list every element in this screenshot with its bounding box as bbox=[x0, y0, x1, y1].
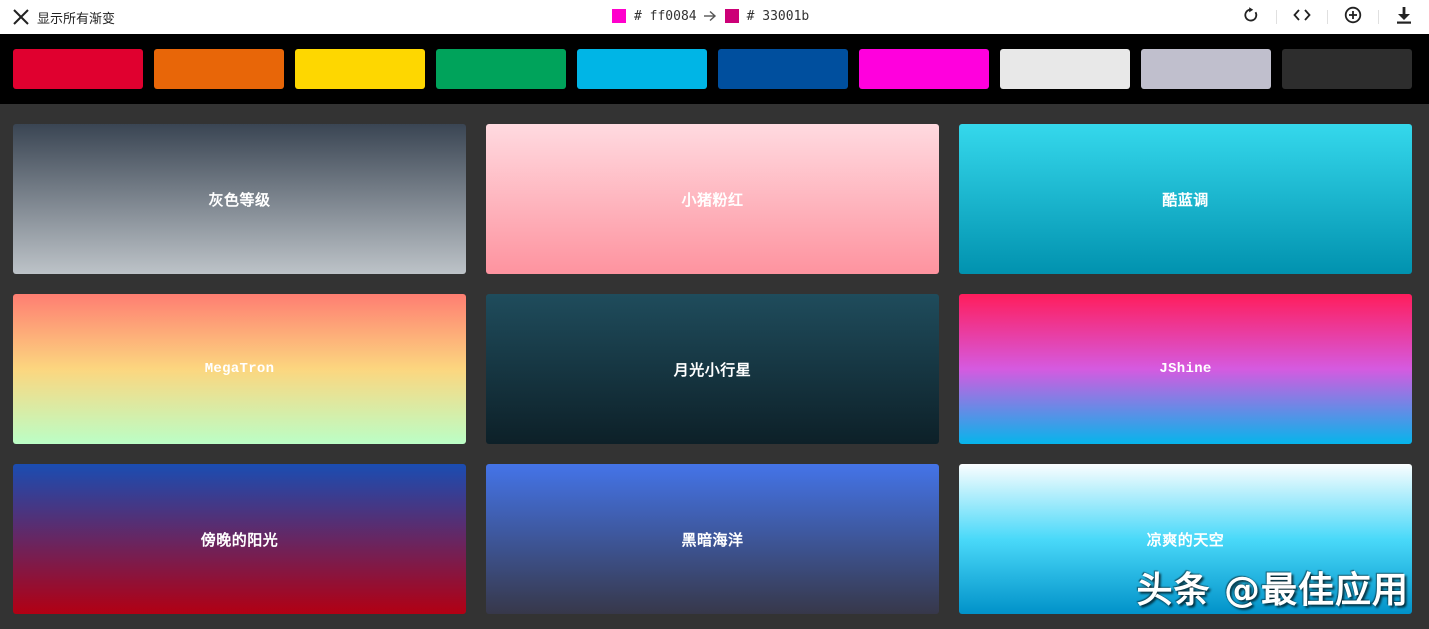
color-filter-swatch[interactable] bbox=[1141, 49, 1271, 89]
gradient-name: 黑暗海洋 bbox=[681, 530, 744, 549]
gradient-card[interactable]: 酷蓝调 bbox=[959, 124, 1412, 274]
show-all-gradients-label: 显示所有渐变 bbox=[37, 11, 116, 27]
gradient-grid: 灰色等级 小猪粉红 酷蓝调 MegaTron 月光小行星 JShine 傍晚的阳光 黑暗海洋 凉… bbox=[13, 124, 1412, 614]
rotate-button[interactable] bbox=[1226, 5, 1276, 29]
gradient-card[interactable]: 小猪粉红 bbox=[486, 124, 939, 274]
to-color-swatch[interactable] bbox=[724, 9, 739, 23]
toolbar bbox=[1226, 5, 1429, 29]
color-filter-swatch[interactable] bbox=[1000, 49, 1130, 89]
color-filter-swatch[interactable] bbox=[859, 49, 989, 89]
add-circle-icon bbox=[1344, 6, 1362, 29]
get-css-button[interactable] bbox=[1277, 5, 1327, 29]
to-hex-code[interactable]: # 33001b bbox=[747, 9, 810, 24]
gradient-name: 凉爽的天空 bbox=[1146, 530, 1225, 549]
top-bar: 显示所有渐变 # ff0084 # 33001b bbox=[0, 0, 1429, 34]
gradient-name: 酷蓝调 bbox=[1162, 190, 1209, 209]
download-button[interactable] bbox=[1379, 5, 1429, 29]
gradient-card[interactable]: MegaTron bbox=[13, 294, 466, 444]
color-filter-bar bbox=[0, 34, 1429, 104]
color-filter-swatch[interactable] bbox=[154, 49, 284, 89]
from-color-swatch[interactable] bbox=[612, 9, 626, 23]
rotate-icon bbox=[1243, 6, 1259, 28]
color-filter-swatch[interactable] bbox=[577, 49, 707, 89]
gradient-name: MegaTron bbox=[204, 361, 275, 377]
code-icon bbox=[1293, 8, 1311, 27]
color-filter-swatch[interactable] bbox=[295, 49, 425, 89]
color-filter-swatch[interactable] bbox=[1282, 49, 1412, 89]
current-gradient: # ff0084 # 33001b bbox=[612, 6, 815, 26]
gradient-name: 灰色等级 bbox=[208, 190, 271, 209]
gradient-name: 月光小行星 bbox=[673, 360, 752, 379]
gradient-card[interactable]: 月光小行星 bbox=[486, 294, 939, 444]
watermark: 头条 @最佳应用 bbox=[1136, 570, 1409, 611]
gradient-card[interactable]: 灰色等级 bbox=[13, 124, 466, 274]
color-filter-swatch[interactable] bbox=[436, 49, 566, 89]
gradient-name: JShine bbox=[1159, 361, 1212, 377]
gradient-card[interactable]: JShine bbox=[959, 294, 1412, 444]
arrow-right-icon bbox=[703, 10, 717, 22]
gradient-card[interactable]: 傍晚的阳光 bbox=[13, 464, 466, 614]
gradient-card[interactable]: 黑暗海洋 bbox=[486, 464, 939, 614]
color-filter-swatch[interactable] bbox=[718, 49, 848, 89]
show-all-gradients-button[interactable]: 显示所有渐变 bbox=[12, 6, 115, 28]
color-filter-swatch[interactable] bbox=[13, 49, 143, 89]
from-hex-code[interactable]: # ff0084 bbox=[634, 9, 697, 24]
gradient-name: 小猪粉红 bbox=[681, 190, 744, 209]
close-icon bbox=[12, 8, 30, 26]
add-gradient-button[interactable] bbox=[1328, 5, 1378, 29]
download-icon bbox=[1396, 6, 1412, 29]
gradient-name: 傍晚的阳光 bbox=[200, 530, 279, 549]
